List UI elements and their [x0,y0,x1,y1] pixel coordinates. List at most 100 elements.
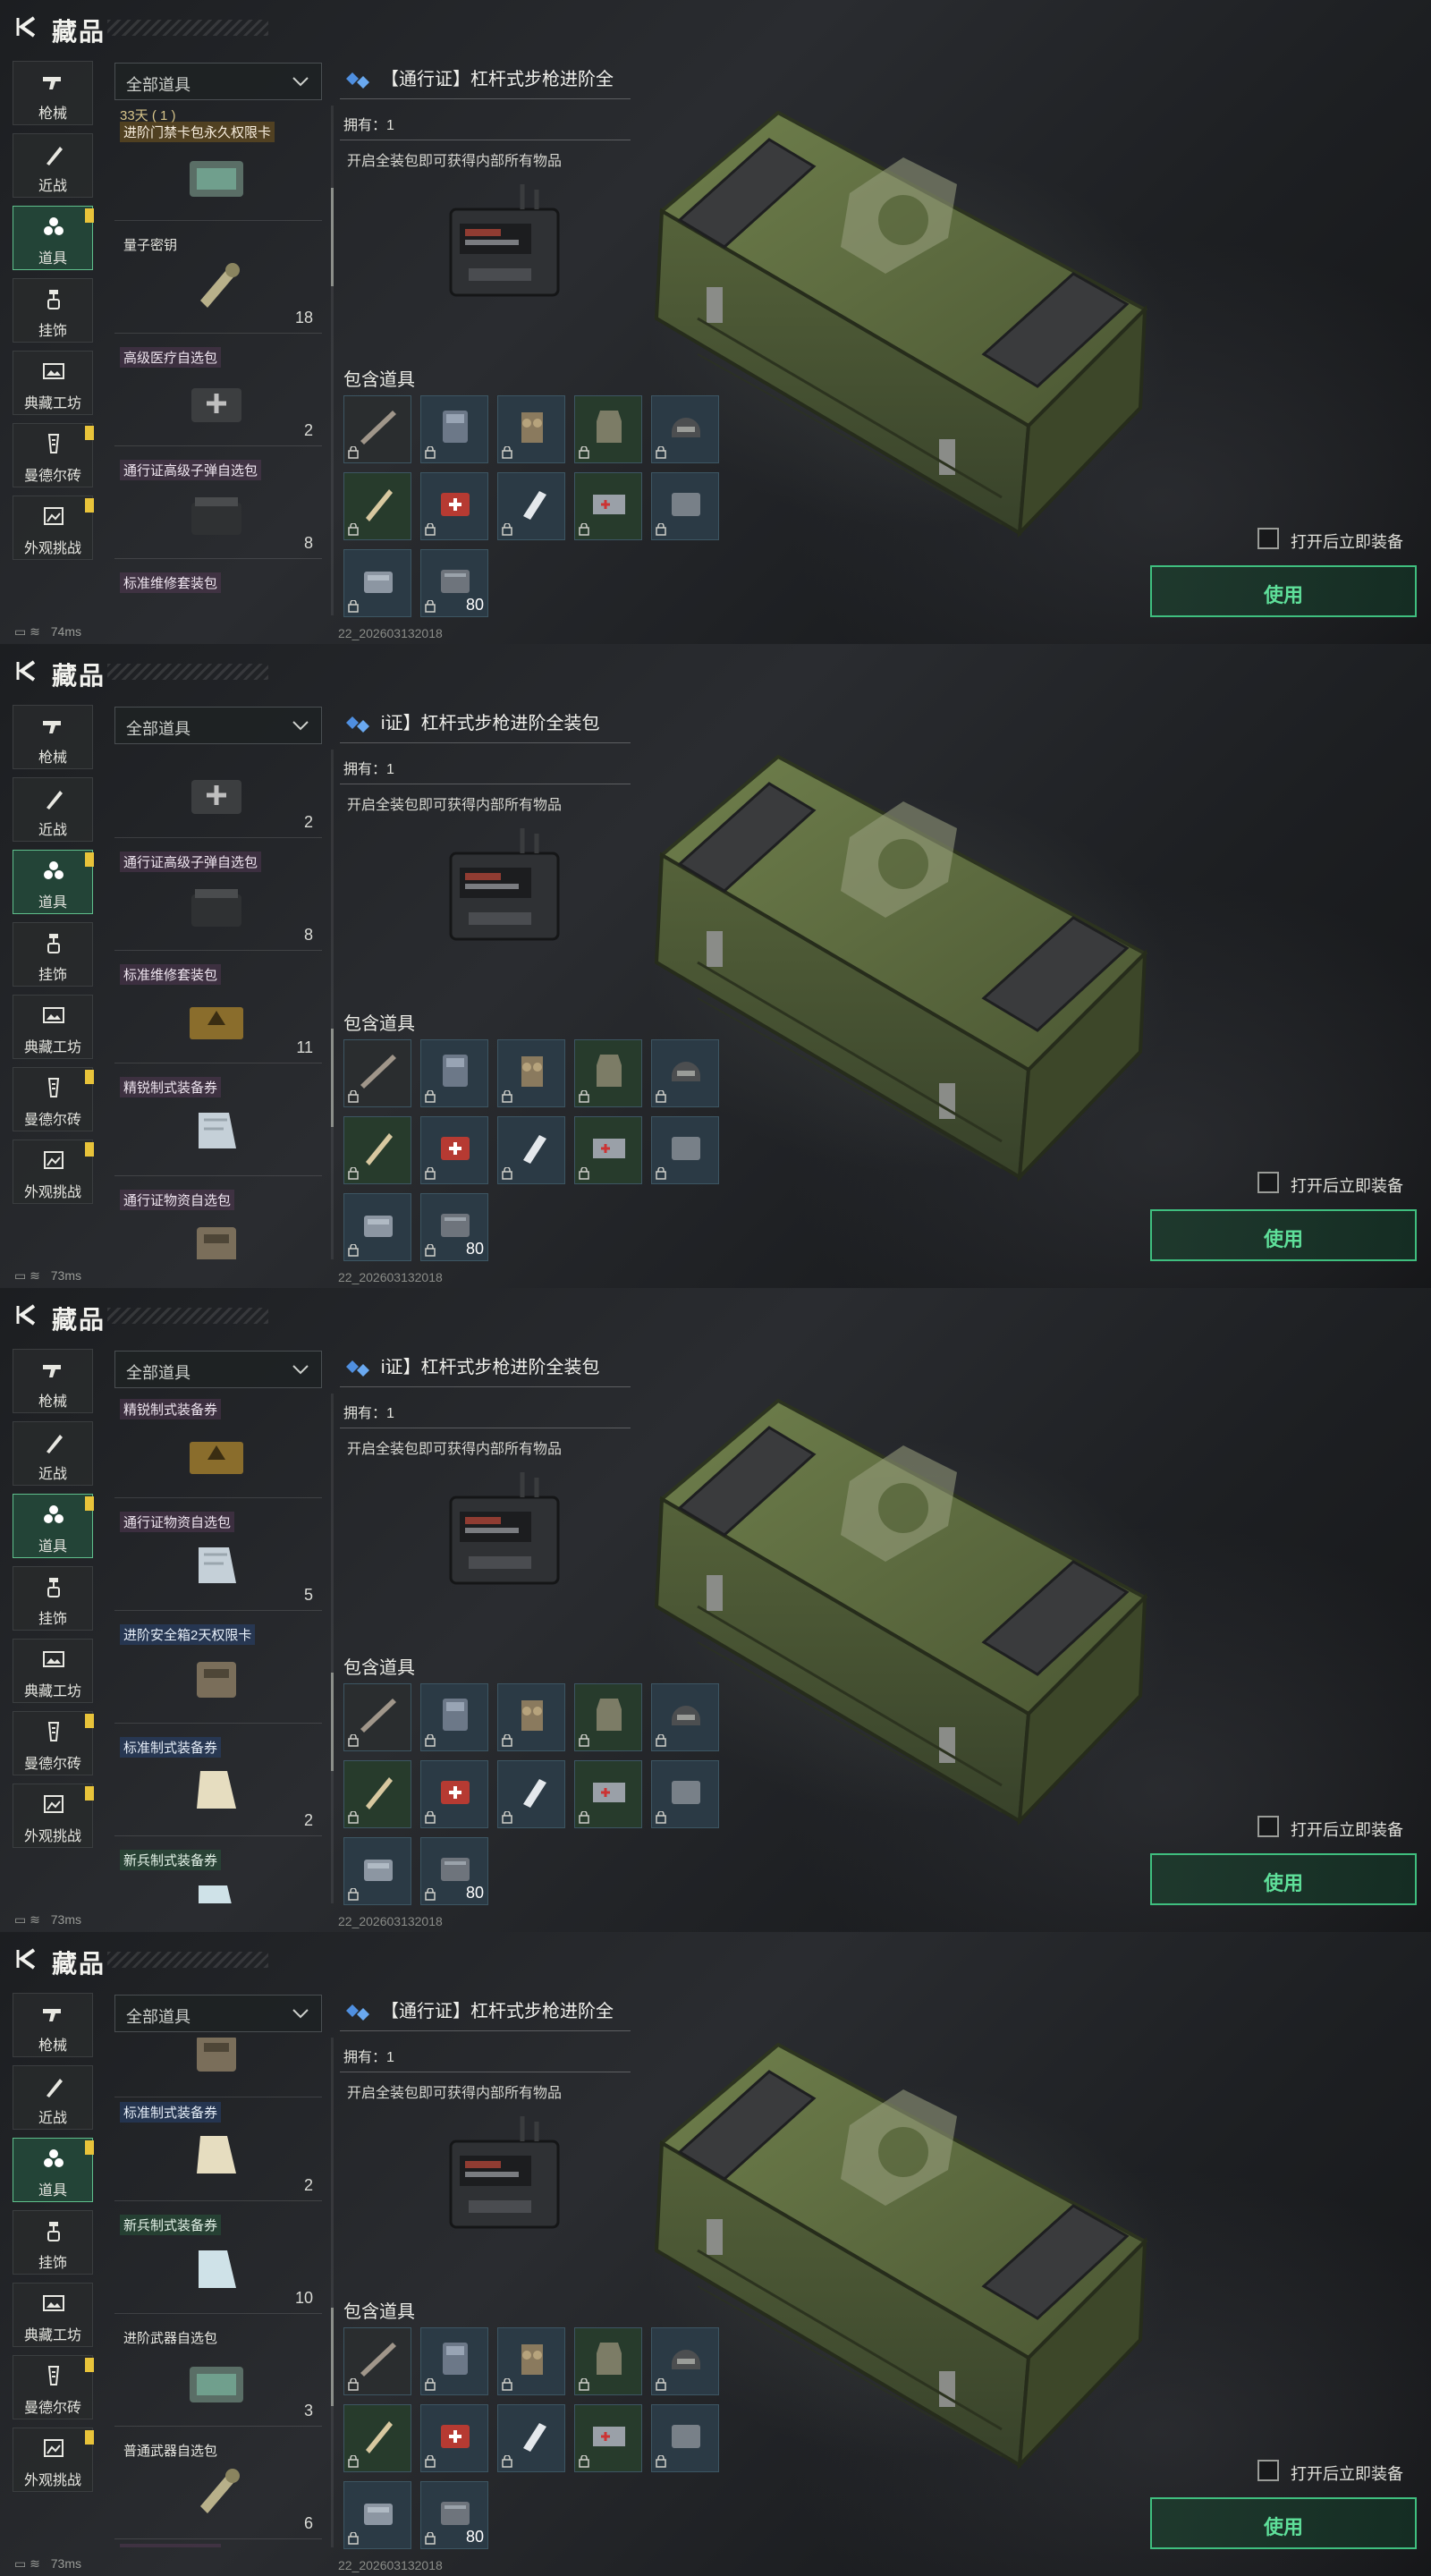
sidebar-item-charm[interactable]: 挂饰 [13,922,93,987]
equip-after-open-checkbox[interactable] [1257,2460,1279,2481]
list-scrollbar[interactable] [331,106,334,615]
list-item[interactable]: 标准制式装备券 2 [114,2097,322,2201]
sidebar-item-items[interactable]: 道具 [13,206,94,270]
contained-item-slot[interactable] [574,2404,642,2472]
list-scrollbar[interactable] [331,1394,334,1903]
sidebar-item-knife[interactable]: 近战 [13,2065,93,2130]
contained-item-slot[interactable] [497,1760,565,1828]
contained-item-slot[interactable] [420,1116,488,1184]
contained-item-slot[interactable] [420,1683,488,1751]
sidebar-item-items[interactable]: 道具 [13,1494,94,1558]
sidebar-item-challenge[interactable]: 外观挑战 [13,1784,94,1848]
contained-item-slot[interactable] [343,1760,411,1828]
sidebar-item-challenge[interactable]: 外观挑战 [13,2428,94,2492]
scrollbar-thumb[interactable] [331,2308,334,2406]
list-item[interactable]: 标准维修套装包 [114,567,322,615]
contained-item-slot[interactable] [343,1039,411,1107]
contained-item-slot[interactable] [497,395,565,463]
list-item[interactable]: 进阶安全箱2天权限卡 [114,1619,322,1724]
equip-after-open-checkbox[interactable] [1257,1816,1279,1837]
sidebar-item-gun[interactable]: 枪械 [13,1349,93,1413]
contained-item-slot[interactable] [343,472,411,540]
list-item[interactable]: 2 [114,750,322,838]
contained-item-slot[interactable] [497,2404,565,2472]
contained-item-slot[interactable]: 80 [420,549,488,617]
contained-item-slot[interactable]: 80 [420,1193,488,1261]
list-item[interactable]: 精锐制式装备券 [114,1072,322,1176]
sidebar-item-workshop[interactable]: 典藏工坊 [13,2283,93,2347]
filter-dropdown[interactable]: 全部道具 [114,707,322,744]
sidebar-item-challenge[interactable]: 外观挑战 [13,496,94,560]
list-item[interactable]: 通行证物资自选包 5 [114,1184,322,1259]
contained-item-slot[interactable] [497,1683,565,1751]
contained-item-slot[interactable] [420,472,488,540]
contained-item-slot[interactable] [651,1683,719,1751]
list-item[interactable]: 通行证高级子弹自选包 8 [114,454,322,559]
contained-item-slot[interactable] [343,1193,411,1261]
contained-item-slot[interactable] [420,2327,488,2395]
contained-item-slot[interactable] [343,2327,411,2395]
use-button[interactable]: 使用 [1150,1209,1417,1261]
use-button[interactable]: 使用 [1150,1853,1417,1905]
sidebar-item-workshop[interactable]: 典藏工坊 [13,351,93,415]
scrollbar-thumb[interactable] [331,1673,334,1771]
contained-item-slot[interactable] [343,395,411,463]
sidebar-item-charm[interactable]: 挂饰 [13,1566,93,1631]
contained-item-slot[interactable] [343,549,411,617]
contained-item-slot[interactable] [574,395,642,463]
contained-item-slot[interactable] [420,1039,488,1107]
sidebar-item-workshop[interactable]: 典藏工坊 [13,1639,93,1703]
use-button[interactable]: 使用 [1150,2497,1417,2549]
contained-item-slot[interactable] [651,1760,719,1828]
contained-item-slot[interactable] [497,472,565,540]
contained-item-slot[interactable] [574,1039,642,1107]
sidebar-item-items[interactable]: 道具 [13,850,94,914]
contained-item-slot[interactable] [574,1116,642,1184]
equip-after-open-checkbox[interactable] [1257,1172,1279,1193]
contained-item-slot[interactable] [497,2327,565,2395]
sidebar-item-charm[interactable]: 挂饰 [13,2210,93,2275]
sidebar-item-workshop[interactable]: 典藏工坊 [13,995,93,1059]
contained-item-slot[interactable] [651,395,719,463]
sidebar-item-charm[interactable]: 挂饰 [13,278,93,343]
contained-item-slot[interactable] [651,1116,719,1184]
item-list[interactable]: 精锐制式装备券 通行证物资自选包 5 进阶安全箱2天权限卡 标准制式装备券 2 … [114,1394,322,1903]
list-item[interactable] [114,2038,322,2097]
sidebar-item-challenge[interactable]: 外观挑战 [13,1140,94,1204]
back-arrow-icon[interactable] [14,14,41,39]
list-scrollbar[interactable] [331,2038,334,2547]
contained-item-slot[interactable] [651,2404,719,2472]
sidebar-item-gun[interactable]: 枪械 [13,705,93,769]
sidebar-item-mandel-brick[interactable]: 曼德尔砖 [13,2355,94,2419]
list-item[interactable]: 进阶武器自选包 3 [114,2322,322,2427]
sidebar-item-mandel-brick[interactable]: 曼德尔砖 [13,1067,94,1131]
sidebar-item-knife[interactable]: 近战 [13,1421,93,1486]
item-list[interactable]: 33天 ( 1 ) 进阶门禁卡包永久权限卡 量子密钥 18 高级医疗自选包 2 … [114,106,322,615]
contained-item-slot[interactable] [343,1116,411,1184]
contained-item-slot[interactable] [497,1039,565,1107]
contained-item-slot[interactable] [420,395,488,463]
contained-item-slot[interactable] [343,2404,411,2472]
list-item[interactable]: 精锐制式装备券 [114,1394,322,1498]
back-arrow-icon[interactable] [14,1946,41,1971]
sidebar-item-gun[interactable]: 枪械 [13,61,93,125]
sidebar-item-mandel-brick[interactable]: 曼德尔砖 [13,423,94,487]
list-item[interactable]: 高级医疗自选包 2 [114,342,322,446]
back-arrow-icon[interactable] [14,1302,41,1327]
list-item[interactable]: 普通武器自选包 6 [114,2435,322,2539]
contained-item-slot[interactable] [343,1837,411,1905]
sidebar-item-knife[interactable]: 近战 [13,777,93,842]
contained-item-slot[interactable] [651,472,719,540]
list-item[interactable]: 武器高级经验卡 [114,2538,322,2547]
item-list[interactable]: 2 通行证高级子弹自选包 8 标准维修套装包 11 精锐制式装备券 通行证物资自… [114,750,322,1259]
back-arrow-icon[interactable] [14,658,41,683]
contained-item-slot[interactable] [574,1760,642,1828]
equip-after-open-checkbox[interactable] [1257,528,1279,549]
sidebar-item-items[interactable]: 道具 [13,2138,94,2202]
list-item[interactable]: 通行证物资自选包 5 [114,1506,322,1611]
list-item[interactable]: 进阶门禁卡包永久权限卡 [114,116,322,221]
list-scrollbar[interactable] [331,750,334,1259]
item-list[interactable]: 标准制式装备券 2 新兵制式装备券 10 进阶武器自选包 3 普通武器自选包 6… [114,2038,322,2547]
contained-item-slot[interactable] [574,472,642,540]
filter-dropdown[interactable]: 全部道具 [114,1995,322,2032]
